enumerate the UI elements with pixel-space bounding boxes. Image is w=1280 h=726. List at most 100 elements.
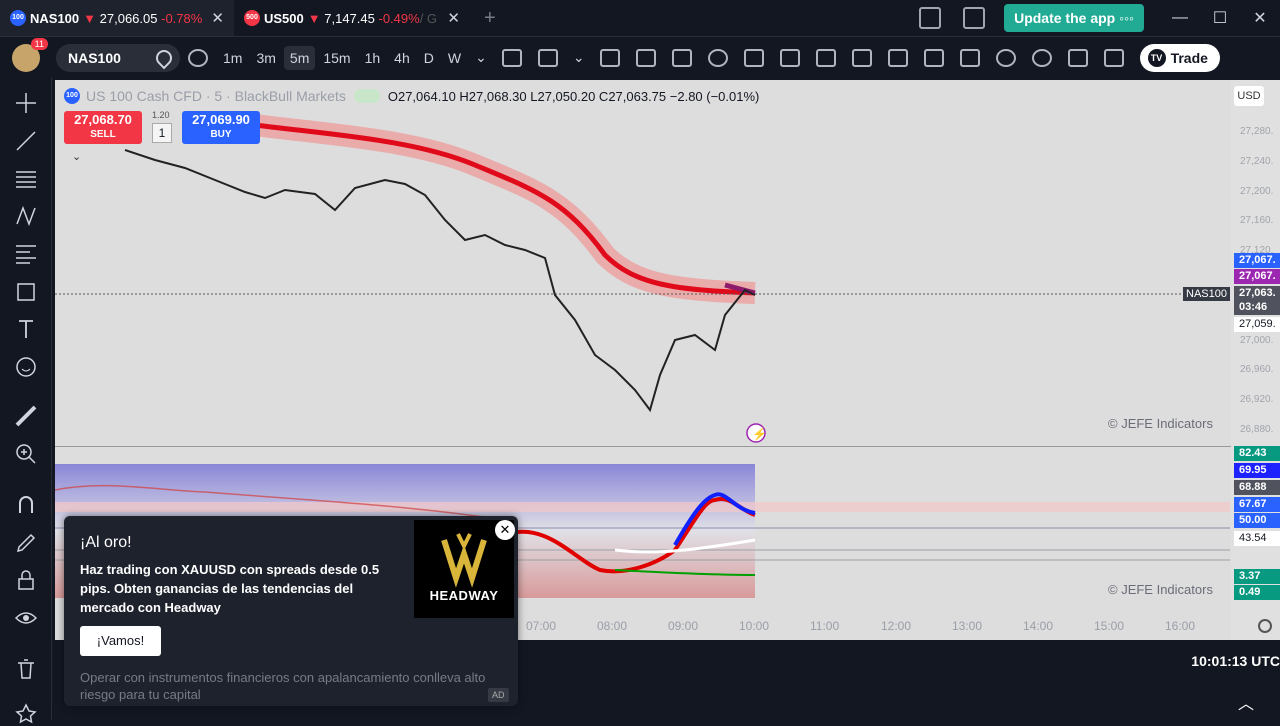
time-tick: 13:00 [952,619,983,633]
tab-change: -0.78% [161,10,203,26]
down-arrow-icon: ▼ [83,10,97,26]
replay-icon[interactable] [671,48,692,67]
brush-icon[interactable] [851,48,872,67]
maximize-icon[interactable]: ☐ [1200,8,1240,28]
pattern-icon[interactable] [887,48,908,67]
osc-label: 69.95 [1234,463,1280,478]
price-tick: 26,920. [1240,394,1274,405]
close-ad-icon[interactable]: ✕ [495,520,515,540]
price-label: 27,059. [1234,317,1280,332]
time-tick: 09:00 [668,619,699,633]
interval-w[interactable]: W [442,46,467,70]
rectangle-tool-icon[interactable] [13,281,39,303]
crosshair-icon[interactable] [13,92,39,114]
minimize-icon[interactable]: — [1160,9,1200,27]
last-price-label: 27,063. [1234,286,1280,301]
ad-cta-button[interactable]: ¡Vamos! [80,626,161,656]
utc-clock[interactable]: 10:01:13 UTC [1191,653,1280,669]
indicators-icon[interactable] [537,48,558,67]
more-dots-icon: ◦◦◦ [1119,10,1134,26]
instrument-name[interactable]: US 100 Cash CFD · 5 · BlackBull Markets [86,88,346,104]
tab-us500[interactable]: 500 US500 ▼ 7,147.45 -0.49% / G ✕ [234,0,470,36]
currency-label[interactable]: USD [1234,86,1264,106]
grid-icon[interactable] [959,48,980,67]
ad-popup: ¡Al oro! Haz trading con XAUUSD con spre… [64,516,518,706]
trash-icon[interactable] [13,658,39,680]
price-tick: 27,240. [1240,156,1274,167]
ma-line [254,122,756,296]
down-arrow-icon: ▼ [307,10,321,26]
ad-tag: AD [488,688,509,702]
zoom-icon[interactable] [995,48,1016,67]
interval-d[interactable]: D [418,46,440,70]
add-symbol-icon[interactable] [188,48,208,67]
interval-1m[interactable]: 1m [217,46,248,70]
eye-icon[interactable] [13,607,39,629]
magnet-icon[interactable] [13,494,39,516]
time-tick: 11:00 [810,619,840,633]
pattern-tool-icon[interactable] [13,205,39,227]
nas100-badge-icon: 100 [10,10,26,26]
us500-badge-icon: 500 [244,10,260,26]
target-icon[interactable] [707,48,728,67]
osc-label: 67.67 [1234,497,1280,512]
fullscreen-icon[interactable] [1067,48,1088,67]
ad-body: Haz trading con XAUUSD con spreads desde… [80,562,380,615]
quantity-input[interactable]: 1 [152,123,172,143]
avatar[interactable]: 11 [12,37,48,72]
close-tab-icon[interactable]: ✕ [447,9,460,27]
settings-icon[interactable] [1031,48,1052,67]
interval-dropdown-icon[interactable]: ⌄ [469,45,493,70]
zoom-in-icon[interactable] [13,443,39,465]
symbol-settings-icon[interactable] [152,46,176,69]
lock-icon[interactable] [13,569,39,591]
new-tab-icon[interactable]: + [484,7,496,30]
interval-4h[interactable]: 4h [388,46,416,70]
templates-icon[interactable] [599,48,620,67]
symbol-badge-icon: 100 [64,88,80,104]
pencil-lock-icon[interactable] [13,532,39,554]
oscillator-zone-band [55,502,1230,512]
rectangle-icon[interactable] [743,48,764,67]
fib-icon[interactable] [815,48,836,67]
symbol-search[interactable]: NAS100 [56,43,180,72]
collapse-icon[interactable]: ⌄ [72,150,81,163]
horizontal-lines-icon[interactable] [13,168,39,190]
time-tick: 15:00 [1094,619,1125,633]
chevron-up-icon[interactable]: ︿ [1238,690,1254,714]
trade-button[interactable]: TV Trade [1139,43,1220,72]
camera-icon[interactable] [1103,48,1124,67]
alert-icon[interactable] [635,48,656,67]
tab-nas100[interactable]: 100 NAS100 ▼ 27,066.05 -0.78% ✕ [0,0,234,36]
buy-button[interactable]: 27,069.90 BUY [182,111,260,144]
star-icon[interactable] [13,703,39,725]
chart-layout-icon[interactable] [919,7,942,29]
candle-type-icon[interactable] [501,48,522,67]
measure-icon[interactable] [923,48,944,67]
close-window-icon[interactable]: ✕ [1240,8,1280,28]
tab-symbol: NAS100 [30,10,80,26]
price-label: 27,067. [1234,253,1280,268]
lines-icon[interactable] [779,48,800,67]
axis-settings-icon[interactable] [1258,619,1272,633]
tradingview-logo-icon: TV [1147,48,1166,67]
presentation-icon[interactable] [963,7,986,29]
interval-1h[interactable]: 1h [359,46,387,70]
fib-tool-icon[interactable] [13,243,39,265]
interval-15m[interactable]: 15m [317,46,356,70]
trend-line-icon[interactable] [13,130,39,152]
text-tool-icon[interactable] [13,318,39,340]
emoji-icon[interactable] [13,356,39,378]
ohlc-values: O27,064.10 H27,068.30 L27,050.20 C27,063… [387,88,760,104]
close-tab-icon[interactable]: ✕ [211,9,224,27]
pane-separator[interactable] [55,446,1231,447]
status-pill[interactable] [353,89,380,103]
sell-button[interactable]: 27,068.70 SELL [64,111,142,144]
ma-ribbon [253,114,756,304]
price-tick: 27,200. [1240,186,1274,197]
indicators-dropdown-icon[interactable]: ⌄ [567,45,591,70]
ruler-icon[interactable] [13,405,39,427]
interval-5m[interactable]: 5m [283,45,316,70]
interval-3m[interactable]: 3m [250,46,281,70]
update-app-button[interactable]: Update the app ◦◦◦ [1004,4,1144,32]
